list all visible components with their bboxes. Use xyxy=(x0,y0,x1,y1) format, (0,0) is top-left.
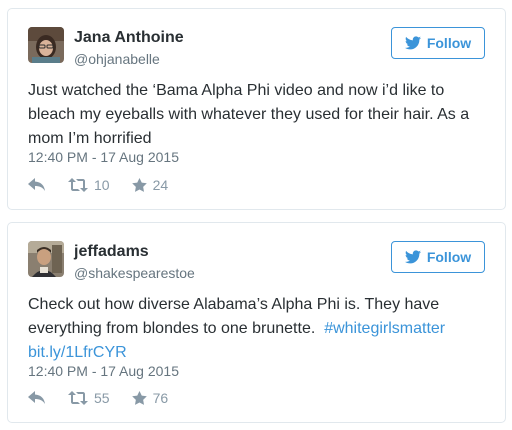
display-name[interactable]: Jana Anthoine xyxy=(74,29,184,47)
tweet-text: Check out how diverse Alabama’s Alpha Ph… xyxy=(28,293,493,365)
bird-icon xyxy=(404,36,421,50)
retweet-icon xyxy=(68,391,88,405)
favorite-button[interactable]: 24 xyxy=(131,177,169,193)
star-icon xyxy=(131,391,147,405)
avatar[interactable] xyxy=(28,241,64,277)
tweet-actions: 10 24 xyxy=(28,177,190,193)
follow-button[interactable]: Follow xyxy=(391,241,485,273)
follow-label: Follow xyxy=(426,35,472,51)
timestamp[interactable]: 12:40 PM - 17 Aug 2015 xyxy=(28,363,179,379)
tweet-card: jeffadams @shakespearestoe Follow Check … xyxy=(7,222,506,423)
url-link[interactable]: bit.ly/1LfrCYR xyxy=(28,344,127,361)
follow-label: Follow xyxy=(426,249,472,265)
retweet-icon xyxy=(68,178,88,192)
username[interactable]: @ohjanabelle xyxy=(74,51,160,67)
favorite-count: 24 xyxy=(152,177,169,193)
display-name[interactable]: jeffadams xyxy=(74,243,149,261)
favorite-count: 76 xyxy=(152,390,169,406)
star-icon xyxy=(131,178,147,192)
tweet-card: Jana Anthoine @ohjanabelle Follow Just w… xyxy=(7,8,506,210)
retweet-count: 10 xyxy=(94,177,110,193)
retweet-button[interactable]: 55 xyxy=(68,390,110,406)
follow-button[interactable]: Follow xyxy=(391,27,485,59)
reply-button[interactable] xyxy=(28,178,46,192)
retweet-count: 55 xyxy=(94,390,110,406)
timestamp[interactable]: 12:40 PM - 17 Aug 2015 xyxy=(28,149,179,165)
reply-icon xyxy=(28,178,46,192)
tweet-text: Just watched the ‘Bama Alpha Phi video a… xyxy=(28,82,470,147)
retweet-button[interactable]: 10 xyxy=(68,177,110,193)
bird-icon xyxy=(404,250,421,264)
tweet-actions: 55 76 xyxy=(28,390,190,406)
reply-button[interactable] xyxy=(28,391,46,405)
avatar[interactable] xyxy=(28,27,64,63)
reply-icon xyxy=(28,391,46,405)
hashtag-link[interactable]: #whitegirlsmatter xyxy=(324,320,445,337)
favorite-button[interactable]: 76 xyxy=(131,390,169,406)
username[interactable]: @shakespearestoe xyxy=(74,265,195,281)
